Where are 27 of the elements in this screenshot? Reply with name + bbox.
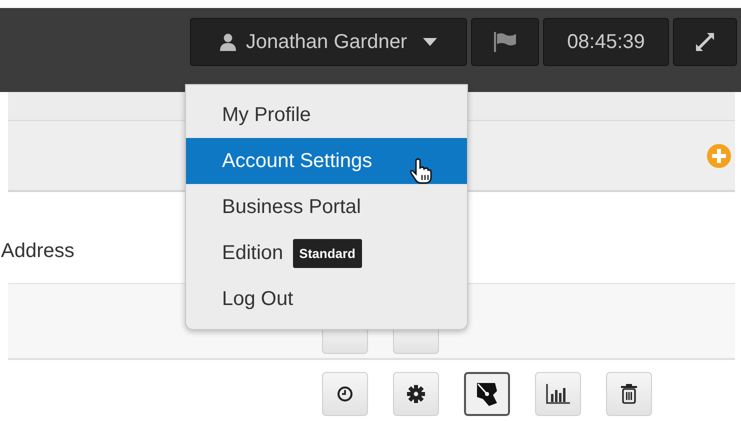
clock-icon <box>337 386 353 402</box>
bar-chart-icon <box>546 384 570 404</box>
table-cell: Address <box>1 240 74 263</box>
menu-item-label: Edition <box>222 242 284 264</box>
fullscreen-button[interactable] <box>673 18 737 66</box>
hand-cursor-icon <box>410 158 432 184</box>
map-button[interactable] <box>464 372 510 416</box>
menu-item[interactable]: Log Out <box>186 276 467 322</box>
flag-button[interactable] <box>471 18 539 66</box>
expand-icon <box>695 32 715 52</box>
caret-icon <box>423 38 438 46</box>
chart-button[interactable] <box>535 372 581 416</box>
settings-button[interactable] <box>393 372 439 416</box>
menu-item[interactable]: My Profile <box>186 92 467 138</box>
settings-icon <box>407 385 425 403</box>
user-menu-button[interactable]: Jonathan Gardner <box>190 18 467 66</box>
edition-badge: Standard <box>293 238 362 268</box>
trash-icon <box>621 384 637 404</box>
menu-item[interactable]: Business Portal <box>186 184 467 230</box>
delete-button[interactable] <box>606 372 652 416</box>
map-icon <box>475 381 499 407</box>
clock-display: 08:45:39 <box>543 18 669 66</box>
user-icon <box>220 33 236 51</box>
menu-item[interactable]: Edition Standard <box>186 230 467 276</box>
menu-item[interactable]: Account Settings <box>186 138 467 184</box>
flag-icon <box>494 32 516 52</box>
history-button[interactable] <box>322 372 368 416</box>
